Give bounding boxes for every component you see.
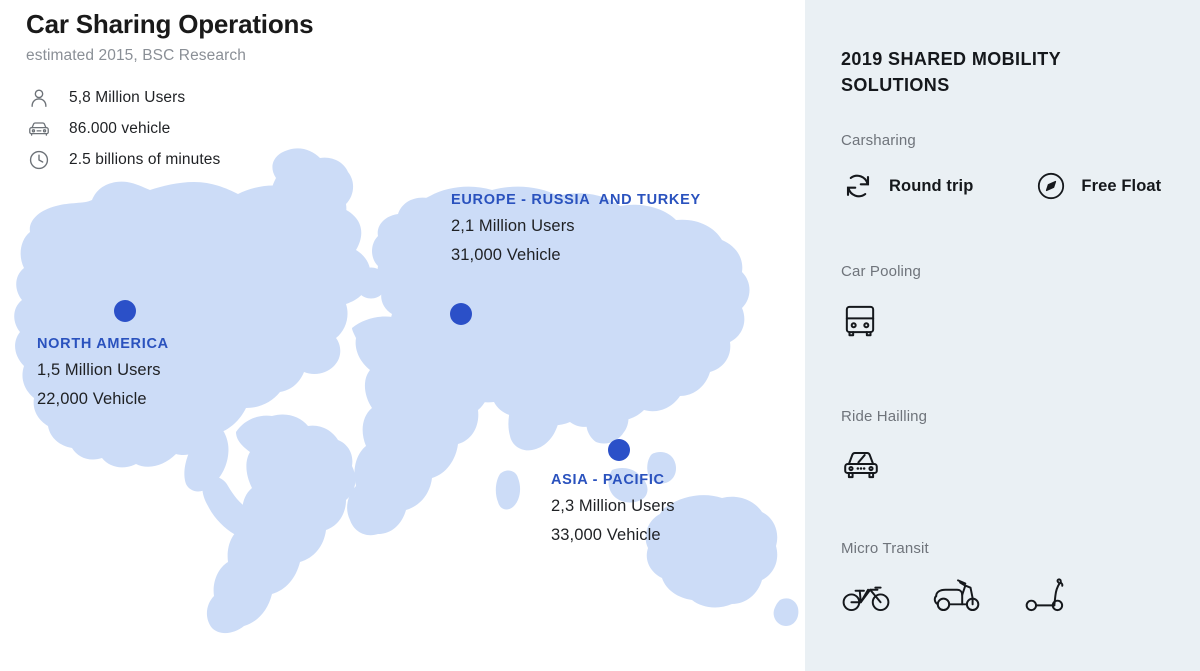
micro-transit-option-bicycle[interactable] [841, 579, 891, 613]
stat-row-users: 5,8 Million Users [26, 83, 446, 113]
region-name-asia: ASIA - PACIFIC [551, 472, 665, 488]
micro-transit-option-kick-scooter[interactable] [1023, 577, 1071, 615]
region-users-asia: 2,3 Million Users [551, 497, 675, 515]
ride-hailling-option-car[interactable] [841, 445, 881, 483]
bus-icon [841, 300, 879, 340]
sidebar-title: 2019 SHARED MOBILITY SOLUTIONS [841, 49, 1061, 96]
region-name-europe: EUROPE - RUSSIA AND TURKEY [451, 192, 701, 208]
stat-label-users: 5,8 Million Users [69, 89, 186, 106]
user-icon [26, 85, 52, 111]
region-vehicles-asia: 33,000 Vehicle [551, 526, 661, 544]
micro-transit-option-scooter[interactable] [931, 578, 983, 614]
region-users-europe: 2,1 Million Users [451, 217, 575, 235]
micro-transit-items [841, 577, 1071, 615]
refresh-circular-arrows-icon [841, 169, 875, 203]
car-icon [26, 116, 52, 142]
sidebar-section-ride-hailling: Ride Hailling [841, 408, 927, 483]
sidebar-panel: 2019 SHARED MOBILITY SOLUTIONS Carsharin… [805, 0, 1200, 671]
region-vehicles-europe: 31,000 Vehicle [451, 246, 561, 264]
map-marker-north-america[interactable] [114, 300, 136, 322]
car-front-icon [841, 445, 881, 483]
clock-icon [26, 147, 52, 173]
carsharing-option-free-float[interactable]: Free Float [1035, 170, 1161, 202]
stat-row-vehicles: 86.000 vehicle [26, 114, 446, 144]
carsharing-items: Round trip Free Float [841, 169, 1161, 203]
car-pooling-items [841, 300, 921, 340]
stat-label-vehicles: 86.000 vehicle [69, 120, 171, 137]
label-free-float: Free Float [1081, 176, 1162, 195]
region-users-north-america: 1,5 Million Users [37, 361, 161, 379]
region-block-north-america: NORTH AMERICA 1,5 Million Users 22,000 V… [37, 336, 169, 409]
page-title: Car Sharing Operations [26, 9, 314, 39]
scooter-icon [931, 578, 983, 614]
stat-row-minutes: 2.5 billions of minutes [26, 145, 446, 175]
page-subtitle: estimated 2015, BSC Research [26, 46, 246, 64]
kick-scooter-icon [1023, 577, 1071, 615]
section-title-ride-hailling: Ride Hailling [841, 408, 928, 425]
ride-hailling-items [841, 445, 927, 483]
bicycle-icon [841, 579, 891, 613]
region-name-north-america: NORTH AMERICA [37, 336, 169, 352]
section-title-micro-transit: Micro Transit [841, 540, 929, 557]
region-vehicles-north-america: 22,000 Vehicle [37, 390, 147, 408]
car-pooling-option-bus[interactable] [841, 300, 879, 340]
label-round-trip: Round trip [889, 176, 974, 195]
summary-stats-list: 5,8 Million Users 86.000 vehicle 2.5 bil… [26, 83, 446, 176]
stat-label-minutes: 2.5 billions of minutes [69, 151, 221, 168]
section-title-car-pooling: Car Pooling [841, 263, 922, 280]
navigation-compass-circle-icon [1035, 170, 1067, 202]
infographic-page: Car Sharing Operations estimated 2015, B… [0, 0, 1200, 671]
header: Car Sharing Operations estimated 2015, B… [26, 8, 546, 65]
carsharing-option-round-trip[interactable]: Round trip [841, 169, 973, 203]
map-marker-asia[interactable] [608, 439, 630, 461]
sidebar-section-car-pooling: Car Pooling [841, 263, 921, 340]
section-title-carsharing: Carsharing [841, 132, 916, 149]
map-panel: Car Sharing Operations estimated 2015, B… [0, 0, 805, 671]
sidebar-section-carsharing: Carsharing Round trip Free Float [841, 132, 1161, 203]
region-block-europe: EUROPE - RUSSIA AND TURKEY 2,1 Million U… [451, 192, 701, 265]
map-marker-europe[interactable] [450, 303, 472, 325]
sidebar-section-micro-transit: Micro Transit [841, 540, 1071, 615]
region-block-asia: ASIA - PACIFIC 2,3 Million Users 33,000 … [551, 472, 675, 545]
